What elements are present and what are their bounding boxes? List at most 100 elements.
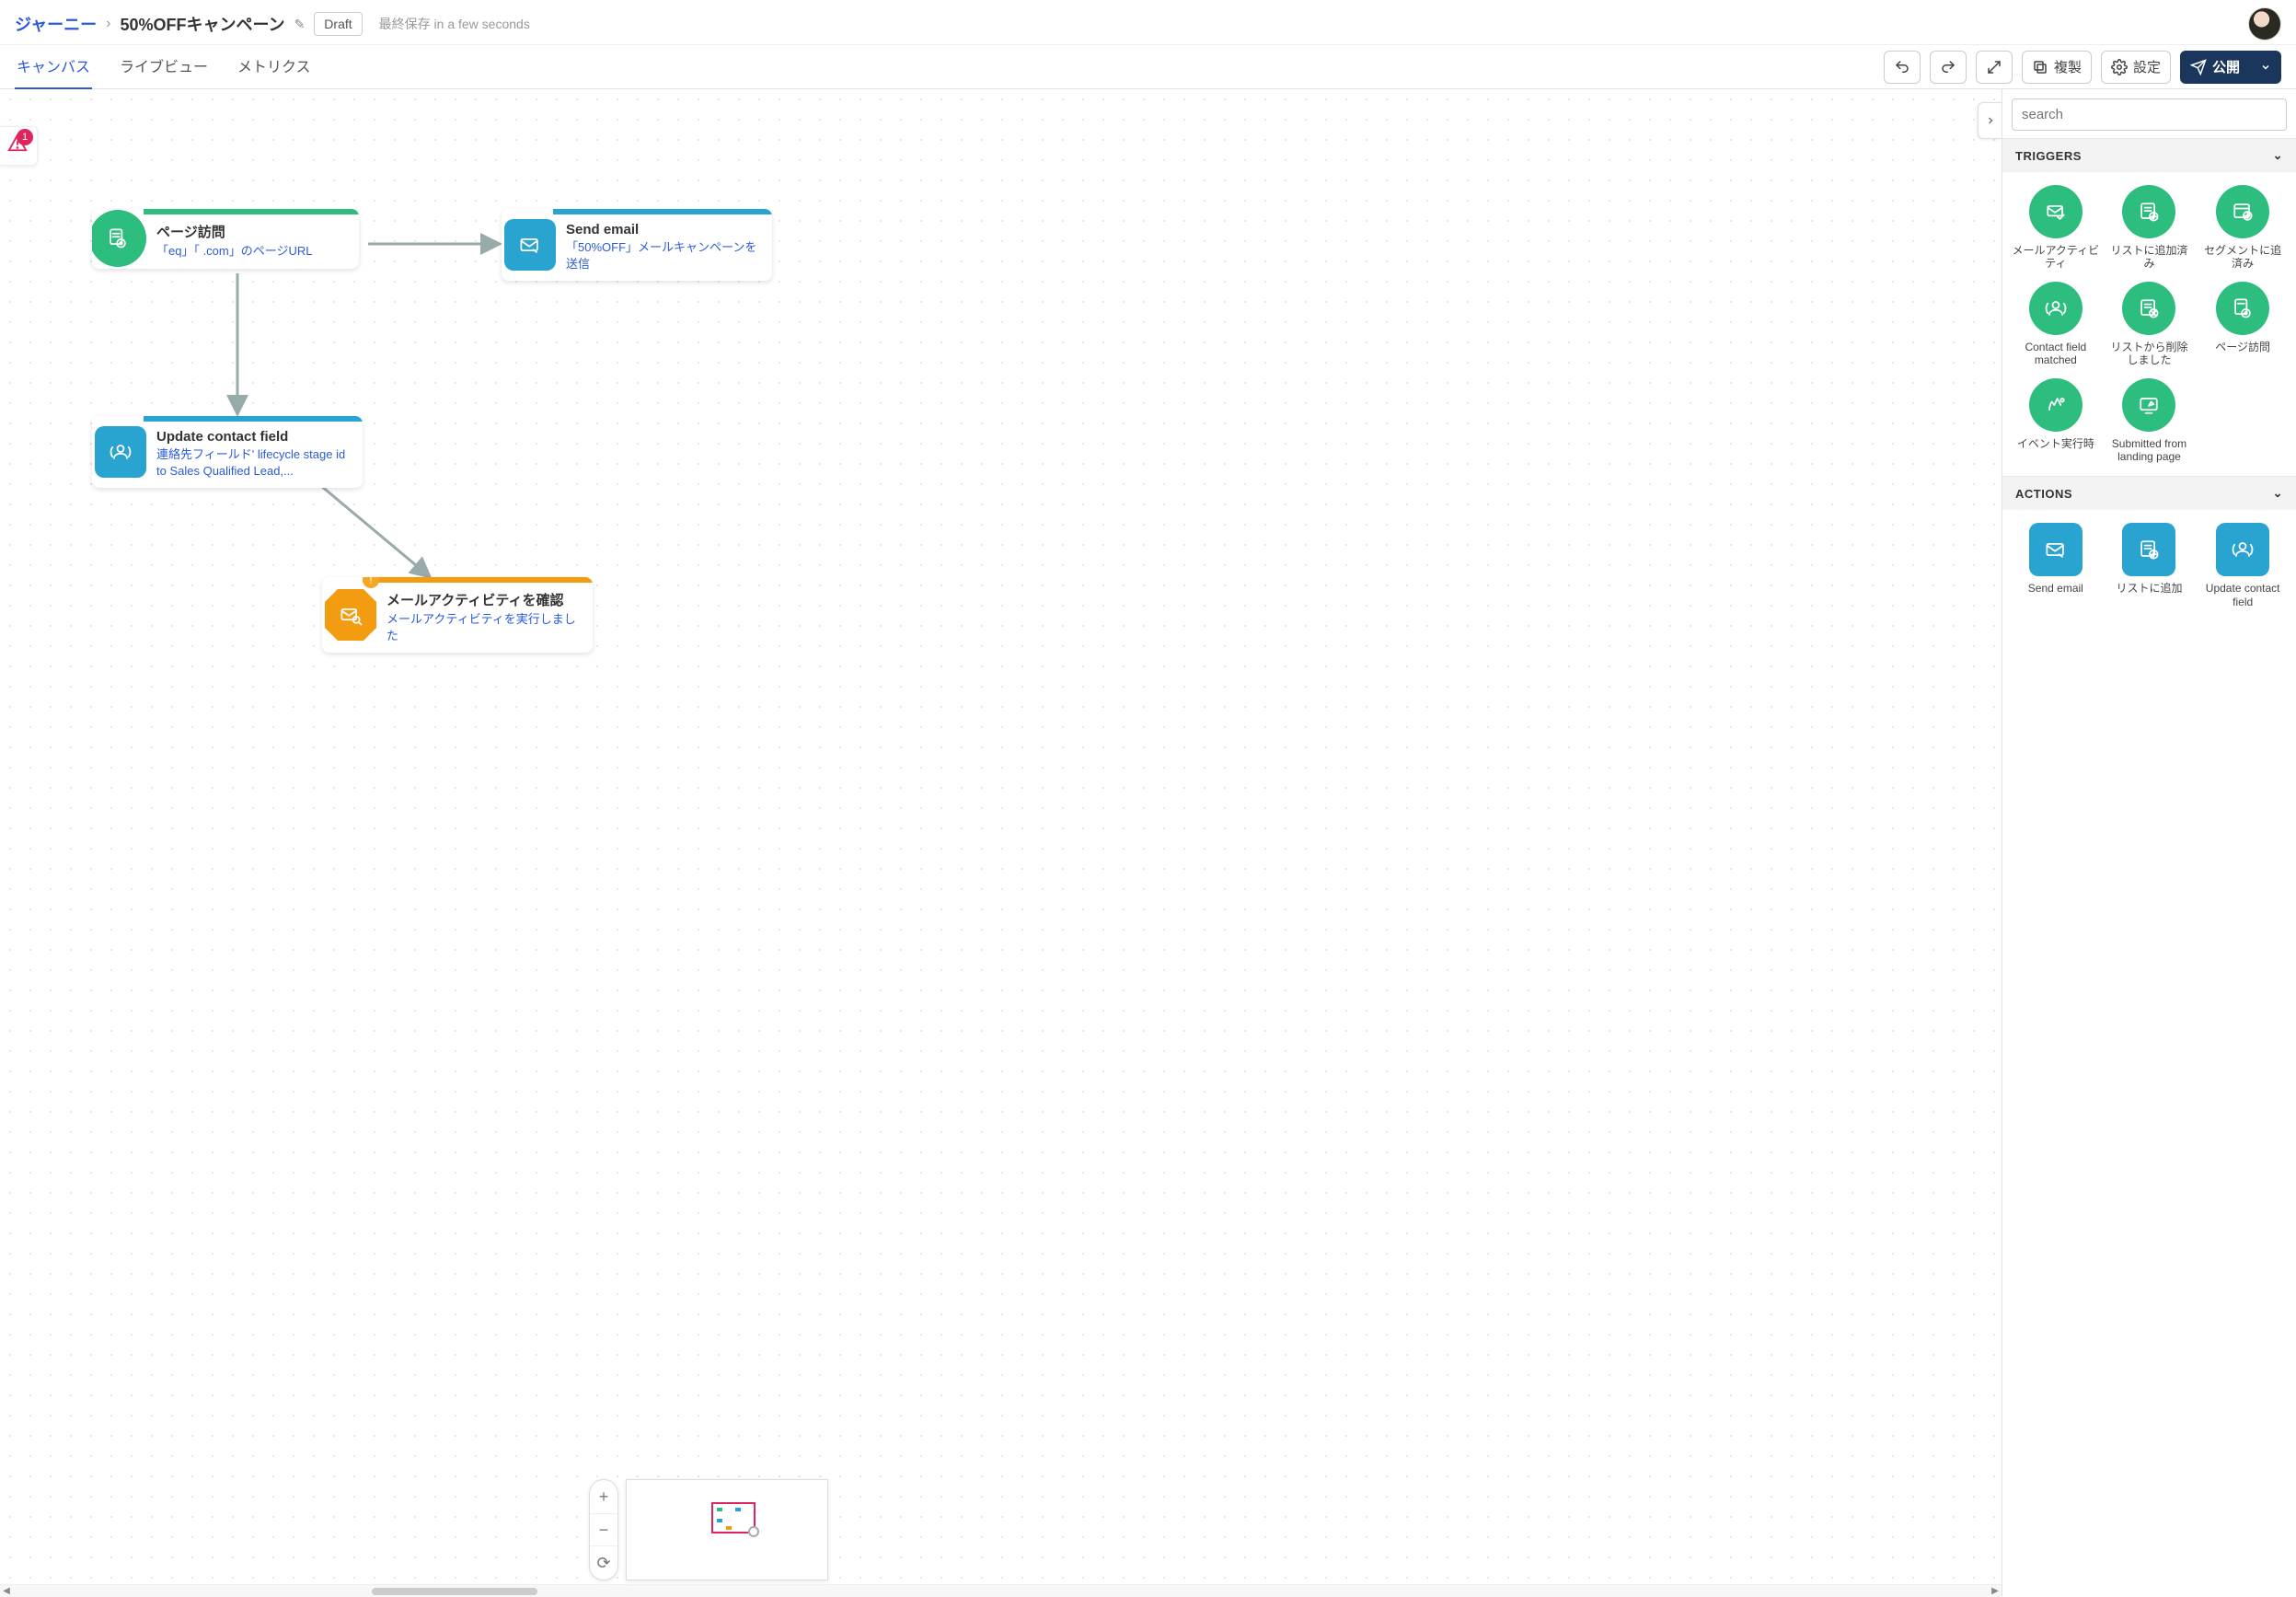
trigger-landing-page-submit[interactable]: Submitted from landing page [2106,378,2194,464]
avatar[interactable] [2248,7,2281,41]
error-flag[interactable]: 1 [0,126,38,166]
last-saved-prefix: 最終保存 [379,17,431,31]
section-triggers-header[interactable]: TRIGGERS ⌄ [2002,139,2296,172]
action-label: Update contact field [2198,582,2287,608]
duplicate-icon [2032,59,2048,75]
list-add-icon [2136,537,2162,562]
trigger-mail-activity[interactable]: メールアクティビティ [2012,185,2100,271]
minimap[interactable] [626,1479,828,1580]
header-bar: ジャーニー › 50%OFFキャンペーン ✎ Draft 最終保存 in a f… [0,0,2296,45]
action-send-email[interactable]: Send email [2012,523,2100,608]
palette-search[interactable] [2012,98,2287,131]
edit-title-icon[interactable]: ✎ [294,17,306,32]
section-actions-title: ACTIONS [2015,487,2072,501]
send-email-icon [2043,537,2069,562]
connectors [0,89,2002,1597]
tab-live-view[interactable]: ライブビュー [118,43,210,90]
action-add-to-list[interactable]: リストに追加 [2106,523,2194,608]
zoom-in-button[interactable]: + [590,1480,617,1513]
trigger-page-visit[interactable]: ページ訪問 [2198,282,2287,367]
publish-label: 公開 [2212,57,2240,76]
segment-add-icon [2230,199,2256,225]
node-desc: 連絡先フィールド' lifecycle stage id to Sales Qu… [156,446,350,479]
node-title: メールアクティビティを確認 [387,590,580,609]
zoom-reset-button[interactable]: ⟳ [590,1546,617,1580]
search-input[interactable] [2022,107,2277,122]
node-title: ページ訪問 [156,222,346,241]
redo-icon [1940,59,1956,75]
breadcrumb-root[interactable]: ジャーニー [15,12,97,36]
trigger-removed-from-list[interactable]: リストから削除しました [2106,282,2194,367]
node-mail-activity-check[interactable]: ! メールアクティビティを確認 メールアクティビティを実行しました [322,577,593,653]
scroll-left-icon[interactable]: ◀ [0,1586,13,1596]
horizontal-scrollbar[interactable]: ◀ ▶ [0,1584,2002,1597]
settings-label: 設定 [2133,57,2161,76]
send-icon [2190,59,2207,75]
chevron-down-icon [2260,62,2271,73]
journey-canvas[interactable]: 1 ページ訪問 [0,89,2002,1597]
drawer-toggle[interactable] [1978,102,2002,139]
trigger-label: Contact field matched [2012,341,2100,367]
node-desc: 「eq」「 .com」のページURL [156,243,346,260]
page-visit-icon [2230,295,2256,321]
trigger-added-to-list[interactable]: リストに追加済み [2106,185,2194,271]
tab-canvas[interactable]: キャンバス [15,43,92,90]
zoom-out-button[interactable]: − [590,1513,617,1546]
action-label: リストに追加 [2116,582,2182,595]
node-send-email[interactable]: Send email 「50%OFF」メールキャンペーンを送信 [502,209,772,281]
publish-button[interactable]: 公開 [2180,51,2250,84]
journey-title: 50%OFFキャンペーン [120,12,284,36]
trigger-label: リストから削除しました [2106,341,2194,367]
fullscreen-icon [1986,59,2002,75]
landing-page-icon [2136,392,2162,418]
mail-check-icon [338,602,363,628]
palette-sidebar: TRIGGERS ⌄ メールアクティビティ リストに追加済み セグメントに追済み [2002,89,2296,1597]
minimap-viewport[interactable] [711,1502,756,1533]
node-desc: メールアクティビティを実行しました [387,611,580,643]
redo-button[interactable] [1930,51,1967,84]
event-icon [2043,392,2069,418]
page-visit-icon [105,226,131,251]
trigger-label: イベント実行時 [2017,437,2094,450]
chevron-down-icon: ⌄ [2273,486,2283,501]
update-contact-icon [108,439,133,465]
undo-button[interactable] [1884,51,1921,84]
trigger-label: ページ訪問 [2215,341,2270,353]
list-add-icon [2136,199,2162,225]
node-title: Update contact field [156,429,350,445]
trigger-label: リストに追加済み [2106,244,2194,271]
fullscreen-button[interactable] [1976,51,2013,84]
trigger-contact-field-matched[interactable]: Contact field matched [2012,282,2100,367]
scrollbar-thumb[interactable] [372,1588,537,1595]
trigger-label: セグメントに追済み [2198,244,2287,271]
trigger-event-performed[interactable]: イベント実行時 [2012,378,2100,464]
last-saved: 最終保存 in a few seconds [379,15,530,33]
update-contact-icon [2230,537,2256,562]
minimap-resize-handle[interactable] [748,1526,759,1537]
node-update-contact-field[interactable]: Update contact field 連絡先フィールド' lifecycle… [92,416,363,488]
publish-dropdown[interactable] [2250,51,2281,84]
node-title: Send email [566,222,759,237]
trigger-label: メールアクティビティ [2012,244,2100,271]
toolbar: キャンバス ライブビュー メトリクス 複製 設定 [0,45,2296,89]
trigger-label: Submitted from landing page [2106,437,2194,464]
contact-match-icon [2043,295,2069,321]
settings-button[interactable]: 設定 [2101,51,2171,84]
gear-icon [2111,59,2128,75]
trigger-added-to-segment[interactable]: セグメントに追済み [2198,185,2287,271]
action-label: Send email [2028,582,2083,595]
error-count: 1 [17,129,33,145]
scroll-right-icon[interactable]: ▶ [1989,1586,2002,1596]
section-actions-header[interactable]: ACTIONS ⌄ [2002,477,2296,510]
action-update-contact-field[interactable]: Update contact field [2198,523,2287,608]
breadcrumb-separator: › [106,16,110,32]
tabs: キャンバス ライブビュー メトリクス [15,43,313,90]
mail-activity-icon [2043,199,2069,225]
status-badge: Draft [314,12,362,36]
duplicate-button[interactable]: 複製 [2022,51,2092,84]
section-triggers-title: TRIGGERS [2015,149,2082,163]
node-page-visit[interactable]: ページ訪問 「eq」「 .com」のページURL [92,209,359,269]
list-remove-icon [2136,295,2162,321]
last-saved-value: in a few seconds [434,17,530,31]
tab-metrics[interactable]: メトリクス [236,43,313,90]
